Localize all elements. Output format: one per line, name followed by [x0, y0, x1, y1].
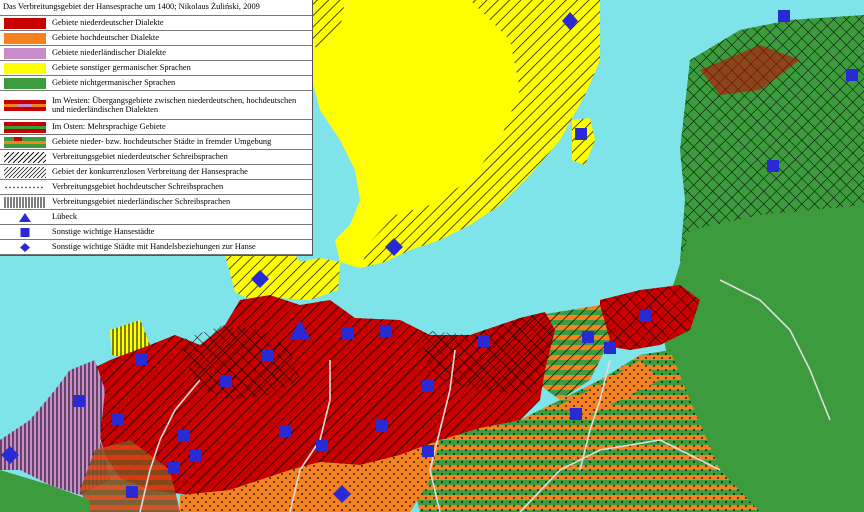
legend-swatch-luebeck — [4, 212, 46, 223]
hanse-city-marker — [168, 462, 180, 474]
legend-swatch-sg — [4, 62, 46, 74]
hanse-city-marker — [376, 420, 388, 432]
legend-item-ost: Im Osten: Mehrsprachige Gebiete — [0, 120, 312, 135]
legend-swatch-ng — [4, 77, 46, 89]
hanse-city-marker — [380, 325, 392, 337]
hanse-city-marker — [778, 10, 790, 22]
hanse-city-marker — [604, 342, 616, 354]
legend-swatch-handel — [4, 242, 46, 253]
legend-label-nl: Gebiete niederländischer Dialekte — [52, 48, 166, 58]
legend-items: Gebiete niederdeutscher Dialekte Gebiete … — [0, 16, 312, 255]
legend-item-ndschreib: Verbreitungsgebiet niederdeutscher Schre… — [0, 150, 312, 165]
hanse-city-marker — [846, 69, 858, 81]
legend-item-nlschreib: Verbreitungsgebiet niederländischer Schr… — [0, 195, 312, 210]
legend-item-sg: Gebiete sonstiger germanischer Sprachen — [0, 61, 312, 76]
hanse-city-marker — [575, 128, 587, 140]
legend-item-hanse: Gebiet der konkurrenzlosen Verbreitung d… — [0, 165, 312, 180]
legend-item-west: Im Westen: Übergangsgebiete zwischen nie… — [0, 91, 312, 120]
hanse-city-marker — [422, 380, 434, 392]
hanse-city-marker — [178, 430, 190, 442]
map-legend: Das Verbreitungsgebiet der Hansesprache … — [0, 0, 313, 256]
hanse-city-marker — [422, 445, 434, 457]
legend-swatch-nl — [4, 47, 46, 59]
hanse-city-marker — [73, 395, 85, 407]
legend-swatch-west — [4, 99, 46, 111]
legend-swatch-hdschreib — [4, 182, 46, 193]
legend-label-handel: Sonstige wichtige Städte mit Handelsbezi… — [52, 242, 256, 252]
legend-label-sg: Gebiete sonstiger germanischer Sprachen — [52, 63, 191, 73]
legend-swatch-hanse — [0, 166, 57, 178]
legend-label-nlschreib: Verbreitungsgebiet niederländischer Schr… — [52, 197, 231, 207]
legend-label-hansestaedte: Sonstige wichtige Hansestädte — [52, 227, 155, 237]
legend-item-ng: Gebiete nichtgermanischer Sprachen — [0, 76, 312, 91]
hanse-city-marker — [478, 335, 490, 347]
legend-label-luebeck: Lübeck — [52, 212, 78, 222]
legend-label-ng: Gebiete nichtgermanischer Sprachen — [52, 78, 176, 88]
legend-item-handel: Sonstige wichtige Städte mit Handelsbezi… — [0, 240, 312, 255]
hanse-city-marker — [126, 486, 138, 498]
legend-label-ost: Im Osten: Mehrsprachige Gebiete — [52, 122, 166, 132]
legend-item-nd: Gebiete niederdeutscher Dialekte — [0, 16, 312, 31]
hanse-city-marker — [767, 160, 779, 172]
legend-label-staedte: Gebiete nieder- bzw. hochdeutscher Städt… — [52, 137, 272, 147]
hanse-city-marker — [135, 353, 147, 365]
hanse-city-marker — [220, 375, 232, 387]
hanse-city-marker — [570, 408, 582, 420]
legend-label-west: Im Westen: Übergangsgebiete zwischen nie… — [52, 95, 297, 114]
legend-item-staedte: Gebiete nieder- bzw. hochdeutscher Städt… — [0, 135, 312, 150]
legend-label-hd: Gebiete hochdeutscher Dialekte — [52, 33, 159, 43]
legend-swatch-ndschreib — [0, 151, 55, 163]
hanse-city-marker — [639, 310, 651, 322]
legend-swatch-hd — [4, 32, 46, 44]
legend-item-hd: Gebiete hochdeutscher Dialekte — [0, 31, 312, 46]
hanse-city-marker — [112, 413, 124, 425]
legend-swatch-nlschreib — [4, 196, 46, 208]
legend-label-nd: Gebiete niederdeutscher Dialekte — [52, 18, 164, 28]
hanse-city-marker — [279, 425, 291, 437]
legend-item-hdschreib: Verbreitungsgebiet hochdeutscher Schreib… — [0, 180, 312, 195]
legend-title: Das Verbreitungsgebiet der Hansesprache … — [0, 0, 312, 16]
legend-swatch-staedte — [4, 136, 46, 148]
legend-item-hansestaedte: Sonstige wichtige Hansestädte — [0, 225, 312, 240]
legend-label-ndschreib: Verbreitungsgebiet niederdeutscher Schre… — [52, 152, 228, 162]
legend-label-hanse: Gebiet der konkurrenzlosen Verbreitung d… — [52, 167, 248, 177]
hanse-city-marker — [582, 331, 594, 343]
legend-label-hdschreib: Verbreitungsgebiet hochdeutscher Schreib… — [52, 182, 224, 192]
legend-item-luebeck: Lübeck — [0, 210, 312, 225]
hanse-city-marker — [190, 450, 202, 462]
hanse-city-marker — [342, 327, 354, 339]
hanse-city-marker — [316, 440, 328, 452]
legend-swatch-nd — [4, 17, 46, 29]
hanse-city-marker — [262, 350, 274, 362]
legend-item-nl: Gebiete niederländischer Dialekte — [0, 46, 312, 61]
legend-swatch-ost — [4, 121, 46, 133]
legend-swatch-hansestaedte — [4, 227, 46, 238]
